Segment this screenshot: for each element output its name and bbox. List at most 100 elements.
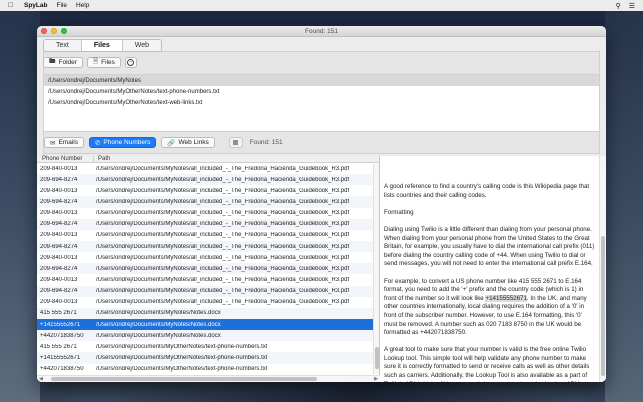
minimize-window-button[interactable] xyxy=(51,28,57,34)
menu-app-name[interactable]: SpyLab xyxy=(24,2,47,9)
preview-vertical-scrollbar[interactable] xyxy=(599,156,606,382)
spotlight-search-icon[interactable]: ⚲ xyxy=(616,2,621,10)
table-row[interactable]: 209-840-0013/Users/ondrej/Documents/MyNo… xyxy=(37,297,379,308)
path-cell: /Users/ondrej/Documents/MyNotes/all_incl… xyxy=(96,198,350,205)
document-preview[interactable]: A good reference to find a country's cal… xyxy=(380,156,606,382)
phone-number-cell: 209-840-0013 xyxy=(40,187,78,194)
table-row[interactable]: 209-694-8274/Users/ondrej/Documents/MyNo… xyxy=(37,240,379,253)
phone-numbers-button[interactable]: ✆ Phone Numbers xyxy=(88,137,157,148)
table-row[interactable]: 209-840-0013/Users/ondrej/Documents/MyNo… xyxy=(37,252,379,263)
path-cell: /Users/ondrej/Documents/MyNotes/all_incl… xyxy=(96,165,350,172)
table-horizontal-scrollbar[interactable]: ◀ ▶ xyxy=(37,375,380,382)
phone-number-cell: 209-840-0013 xyxy=(40,165,78,172)
add-files-button[interactable]: 🗎 Files xyxy=(86,57,121,68)
emails-button[interactable]: ✉ Emails xyxy=(44,137,84,148)
phone-icon: ✆ xyxy=(94,139,101,147)
scrollbar-thumb[interactable] xyxy=(375,347,379,369)
zoom-window-button[interactable] xyxy=(61,28,67,34)
desktop-mountain-left xyxy=(0,0,40,402)
notification-center-icon[interactable]: ☰ xyxy=(629,2,635,10)
path-cell: /Users/ondrej/Documents/MyNotes/Notes.do… xyxy=(96,310,221,317)
phone-number-cell: 209-694-8274 xyxy=(40,198,78,205)
preview-heading: Formatting xyxy=(384,208,414,216)
menu-help[interactable]: Help xyxy=(76,2,89,9)
close-window-button[interactable] xyxy=(41,28,47,34)
path-cell: /Users/ondrej/Documents/MyNotes/Notes.do… xyxy=(96,321,221,328)
phone-number-cell: 209-694-8274 xyxy=(40,265,78,272)
desktop-mountain-right xyxy=(605,0,643,402)
file-toolbar: 🖿 Folder 🗎 Files − xyxy=(43,57,137,68)
tab-text[interactable]: Text xyxy=(44,40,82,51)
table-row[interactable]: +14155552671/Users/ondrej/Documents/MyOt… xyxy=(37,352,379,364)
table-vertical-scrollbar[interactable] xyxy=(373,164,379,374)
phone-number-cell: 415 555 2671 xyxy=(40,343,77,350)
web-links-label: Web Links xyxy=(178,139,209,146)
tab-files[interactable]: Files xyxy=(81,40,123,51)
remove-path-button[interactable]: − xyxy=(124,57,137,68)
app-window: Found: 151 Text Files Web 🖿 Folder 🗎 Fil… xyxy=(37,26,606,382)
phone-number-cell: 209-840-0013 xyxy=(40,232,78,239)
table-row[interactable]: 209-840-0013/Users/ondrej/Documents/MyNo… xyxy=(37,230,379,241)
phone-number-cell: 209-694-8274 xyxy=(40,243,78,250)
path-item[interactable]: /Users/ondrej/Documents/MyOtherNotes/tex… xyxy=(44,97,599,108)
table-row[interactable]: 209-694-8274/Users/ondrej/Documents/MyNo… xyxy=(37,174,379,186)
phone-number-cell: 209-694-8274 xyxy=(40,288,78,295)
highlighted-match: +14155552671 xyxy=(485,294,527,302)
table-row[interactable]: 415 555 2671/Users/ondrej/Documents/MyNo… xyxy=(37,307,379,319)
table-row[interactable]: +14155552671/Users/ondrej/Documents/MyNo… xyxy=(37,318,379,331)
tab-web[interactable]: Web xyxy=(123,40,161,51)
apple-icon[interactable]:  xyxy=(8,2,16,9)
folder-icon: 🖿 xyxy=(49,58,56,65)
window-controls xyxy=(41,28,67,34)
column-header-path[interactable]: Path xyxy=(94,156,110,162)
scroll-right-icon[interactable]: ▶ xyxy=(374,376,378,382)
scroll-left-icon[interactable]: ◀ xyxy=(39,376,43,382)
path-cell: /Users/ondrej/Documents/MyOtherNotes/tex… xyxy=(96,366,268,373)
preview-paragraph: Dialing using Twilio is a little differe… xyxy=(384,225,595,268)
phone-number-cell: +442071838750 xyxy=(40,332,84,339)
phone-number-cell: +14155552671 xyxy=(40,354,81,361)
table-row[interactable]: 209-694-8274/Users/ondrej/Documents/MyNo… xyxy=(37,196,379,208)
table-row[interactable]: 209-840-0013/Users/ondrej/Documents/MyNo… xyxy=(37,274,379,285)
menu-file[interactable]: File xyxy=(56,2,66,9)
results-table: Phone Number Path 209-840-0013/Users/ond… xyxy=(37,156,380,382)
menu-bar-status: ⚲ ☰ xyxy=(616,2,635,10)
table-row[interactable]: 209-840-0013/Users/ondrej/Documents/MyNo… xyxy=(37,163,379,174)
results-count: Found: 151 xyxy=(249,139,283,146)
scrollbar-thumb[interactable] xyxy=(601,236,605,376)
column-header-phone[interactable]: Phone Number xyxy=(37,156,94,162)
menu-bar:  SpyLab File Help ⚲ ☰ xyxy=(0,0,643,11)
phone-number-cell: +14155552671 xyxy=(40,321,81,328)
table-header: Phone Number Path xyxy=(37,156,379,163)
table-row[interactable]: 209-840-0013/Users/ondrej/Documents/MyNo… xyxy=(37,185,379,196)
path-cell: /Users/ondrej/Documents/MyNotes/all_incl… xyxy=(96,187,350,194)
phone-numbers-label: Phone Numbers xyxy=(103,139,151,146)
phone-number-cell: 209-840-0013 xyxy=(40,254,78,261)
table-row[interactable]: 209-694-8274/Users/ondrej/Documents/MyNo… xyxy=(37,263,379,275)
preview-paragraph: A great tool to make sure that your numb… xyxy=(384,346,592,382)
path-cell: /Users/ondrej/Documents/MyNotes/all_incl… xyxy=(96,299,350,306)
table-row[interactable]: 209-840-0013/Users/ondrej/Documents/MyNo… xyxy=(37,208,379,219)
web-links-button[interactable]: 🔗 Web Links xyxy=(161,137,215,148)
table-row[interactable]: 209-694-8274/Users/ondrej/Documents/MyNo… xyxy=(37,285,379,297)
phone-number-cell: 209-840-0013 xyxy=(40,276,78,283)
minus-circle-icon: − xyxy=(127,59,135,66)
table-row[interactable]: 209-694-8274/Users/ondrej/Documents/MyNo… xyxy=(37,218,379,230)
path-cell: /Users/ondrej/Documents/MyNotes/all_incl… xyxy=(96,288,350,295)
path-item[interactable]: /Users/ondrej/Documents/MyOtherNotes/tex… xyxy=(44,86,599,97)
path-cell: /Users/ondrej/Documents/MyOtherNotes/tex… xyxy=(96,343,268,350)
phone-number-cell: 209-840-0013 xyxy=(40,210,78,217)
table-row[interactable]: 415 555 2671/Users/ondrej/Documents/MyOt… xyxy=(37,341,379,352)
stop-icon xyxy=(233,140,239,145)
preview-paragraph: For example, to convert a US phone numbe… xyxy=(384,278,596,338)
add-folder-button[interactable]: 🖿 Folder xyxy=(43,57,83,68)
path-cell: /Users/ondrej/Documents/MyNotes/all_incl… xyxy=(96,254,350,261)
link-icon: 🔗 xyxy=(167,139,176,147)
path-item[interactable]: /Users/ondrej/Documents/MyNotes xyxy=(44,75,599,86)
stop-button[interactable] xyxy=(228,137,243,148)
window-title: Found: 151 xyxy=(305,27,338,35)
scrollbar-thumb[interactable] xyxy=(51,377,317,381)
emails-label: Emails xyxy=(58,139,78,146)
table-row[interactable]: +442071838750/Users/ondrej/Documents/MyN… xyxy=(37,330,379,342)
table-row[interactable]: +442071838750/Users/ondrej/Documents/MyO… xyxy=(37,364,379,375)
